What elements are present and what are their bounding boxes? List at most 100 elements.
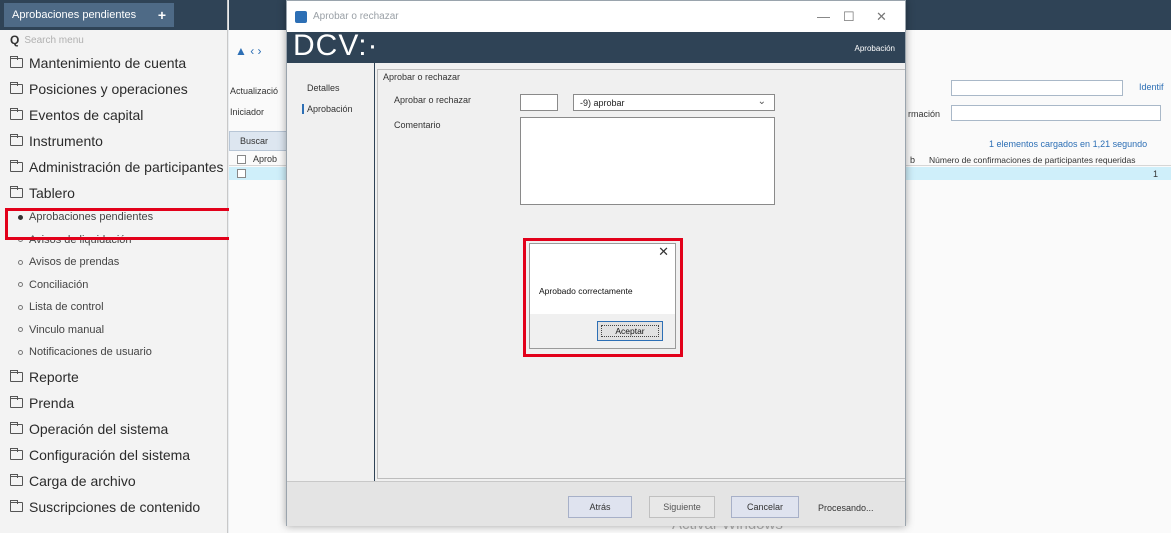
folder-icon bbox=[10, 473, 23, 486]
menu-bottom: Reporte Prenda Operación del sistema Con… bbox=[0, 364, 227, 520]
submenu-item-conciliacion[interactable]: Conciliación bbox=[0, 274, 227, 297]
bullet-icon bbox=[18, 282, 23, 288]
message-text: Aprobado correctamente bbox=[539, 286, 633, 296]
group-label: Aprobar o rechazar bbox=[381, 72, 463, 82]
dialog-nav: Detalles Aprobación bbox=[287, 63, 375, 481]
tab-aprobaciones-pendientes[interactable]: Aprobaciones pendientes + bbox=[4, 3, 174, 27]
banner-step-label: Aprobación bbox=[854, 44, 895, 53]
submenu-item-lista-control[interactable]: Lista de control bbox=[0, 296, 227, 319]
nav-detalles[interactable]: Detalles bbox=[307, 83, 340, 93]
menu-item-tablero[interactable]: Tablero bbox=[0, 180, 227, 206]
dialog-title: Aprobar o rechazar bbox=[313, 11, 399, 22]
tab-bar: Aprobaciones pendientes + bbox=[0, 0, 227, 30]
menu-item-instrumento[interactable]: Instrumento bbox=[0, 128, 227, 154]
close-icon[interactable]: ✕ bbox=[876, 9, 887, 25]
menu-item-label: Instrumento bbox=[29, 133, 103, 149]
bullet-icon bbox=[18, 327, 23, 333]
submenu-item-label: Aprobaciones pendientes bbox=[29, 211, 154, 224]
menu-item-label: Eventos de capital bbox=[29, 107, 144, 123]
next-button[interactable]: Siguiente bbox=[649, 496, 715, 518]
label-confirmacion: rmación bbox=[908, 109, 941, 119]
buscar-button[interactable]: Buscar bbox=[229, 131, 289, 151]
row-value: 1 bbox=[1153, 169, 1159, 179]
dialog-footer: Atrás Siguiente Cancelar Procesando... bbox=[287, 481, 905, 526]
identif-input[interactable] bbox=[951, 80, 1123, 96]
label-actualizacion: Actualizació bbox=[230, 86, 279, 96]
folder-icon bbox=[10, 82, 23, 94]
field-label-aprobar: Aprobar o rechazar bbox=[394, 95, 472, 105]
cancel-button[interactable]: Cancelar bbox=[731, 496, 799, 518]
approve-select[interactable]: -9) aprobar ⌄ bbox=[573, 94, 775, 111]
folder-icon bbox=[10, 160, 23, 172]
menu-item-label: Administración de participantes bbox=[29, 159, 224, 175]
folder-icon bbox=[10, 56, 23, 68]
column-confirmaciones: Número de confirmaciones de participante… bbox=[929, 155, 1136, 165]
submenu-item-label: Avisos de prendas bbox=[29, 256, 120, 269]
submenu-item-label: Conciliación bbox=[29, 278, 89, 291]
column-b: b bbox=[910, 155, 916, 165]
chevron-down-icon: ⌄ bbox=[757, 96, 766, 107]
column-aprob: Aprob bbox=[253, 154, 278, 164]
dialog-banner: DCV:· Aprobación bbox=[287, 29, 905, 63]
submenu-item-label: Vinculo manual bbox=[29, 323, 105, 336]
accept-button[interactable]: Aceptar bbox=[597, 321, 663, 341]
menu-item-eventos[interactable]: Eventos de capital bbox=[0, 102, 227, 128]
submenu-item-label: Lista de control bbox=[29, 301, 104, 314]
menu-item-label: Configuración del sistema bbox=[29, 446, 191, 463]
row-checkbox[interactable] bbox=[237, 169, 246, 178]
menu-item-operacion[interactable]: Operación del sistema bbox=[0, 416, 227, 442]
bullet-icon bbox=[18, 259, 23, 265]
folder-icon bbox=[10, 421, 23, 434]
folder-icon bbox=[10, 369, 23, 382]
menu-item-configuracion[interactable]: Configuración del sistema bbox=[0, 442, 227, 468]
folder-icon bbox=[10, 395, 23, 408]
dcv-logo: DCV:· bbox=[293, 29, 379, 62]
toolbar-icons[interactable]: ▲ ‹ › bbox=[235, 44, 262, 58]
menu-item-carga-archivo[interactable]: Carga de archivo bbox=[0, 468, 227, 494]
menu-item-mantenimiento[interactable]: Mantenimiento de cuenta bbox=[0, 50, 227, 76]
back-button[interactable]: Atrás bbox=[568, 496, 632, 518]
minimize-icon[interactable]: — bbox=[817, 9, 830, 24]
menu-item-suscripciones[interactable]: Suscripciones de contenido bbox=[0, 494, 227, 520]
menu-item-label: Tablero bbox=[29, 185, 75, 201]
search-input[interactable]: Search menu bbox=[24, 35, 83, 46]
menu-item-reporte[interactable]: Reporte bbox=[0, 364, 227, 390]
maximize-icon[interactable]: ☐ bbox=[843, 9, 855, 25]
menu-item-label: Reporte bbox=[29, 368, 79, 385]
submenu-tablero: Aprobaciones pendientes Avisos de liquid… bbox=[0, 206, 227, 364]
menu-item-posiciones[interactable]: Posiciones y operaciones bbox=[0, 76, 227, 102]
menu-search[interactable]: Q Search menu bbox=[0, 30, 227, 50]
bullet-icon bbox=[18, 349, 23, 355]
menu-item-label: Operación del sistema bbox=[29, 420, 169, 437]
submenu-item-avisos-liquidacion[interactable]: Avisos de liquidación bbox=[0, 229, 227, 252]
add-tab-icon[interactable]: + bbox=[158, 7, 166, 23]
dialog-titlebar: Aprobar o rechazar — ☐ ✕ bbox=[287, 1, 905, 32]
close-icon[interactable]: ✕ bbox=[658, 244, 669, 260]
folder-icon bbox=[10, 499, 23, 512]
search-icon: Q bbox=[10, 33, 20, 47]
bullet-icon bbox=[18, 304, 23, 310]
menu-item-administracion[interactable]: Administración de participantes bbox=[0, 154, 227, 180]
submenu-item-aprobaciones[interactable]: Aprobaciones pendientes bbox=[0, 206, 227, 229]
nav-aprobacion[interactable]: Aprobación bbox=[302, 104, 353, 114]
code-input[interactable] bbox=[520, 94, 558, 111]
submenu-item-label: Avisos de liquidación bbox=[29, 233, 132, 246]
menu-item-label: Suscripciones de contenido bbox=[29, 498, 201, 515]
confirmacion-select[interactable] bbox=[951, 105, 1161, 121]
menu-item-label: Carga de archivo bbox=[29, 472, 136, 489]
folder-open-icon bbox=[10, 186, 23, 198]
select-all-checkbox[interactable] bbox=[237, 155, 246, 164]
menu-top: Mantenimiento de cuenta Posiciones y ope… bbox=[0, 50, 227, 206]
comment-textarea[interactable] bbox=[520, 117, 775, 205]
processing-status: Procesando... bbox=[818, 503, 874, 513]
menu-item-label: Posiciones y operaciones bbox=[29, 81, 188, 97]
bullet-icon bbox=[18, 214, 23, 220]
submenu-item-notificaciones[interactable]: Notificaciones de usuario bbox=[0, 341, 227, 364]
submenu-item-label: Notificaciones de usuario bbox=[29, 346, 152, 359]
label-identif: Identif bbox=[1139, 82, 1164, 92]
menu-item-prenda[interactable]: Prenda bbox=[0, 390, 227, 416]
submenu-item-vinculo-manual[interactable]: Vinculo manual bbox=[0, 319, 227, 342]
approve-select-value: -9) aprobar bbox=[580, 98, 625, 108]
screen: Aprobaciones pendientes + Q Search menu … bbox=[0, 0, 1171, 533]
submenu-item-avisos-prendas[interactable]: Avisos de prendas bbox=[0, 251, 227, 274]
